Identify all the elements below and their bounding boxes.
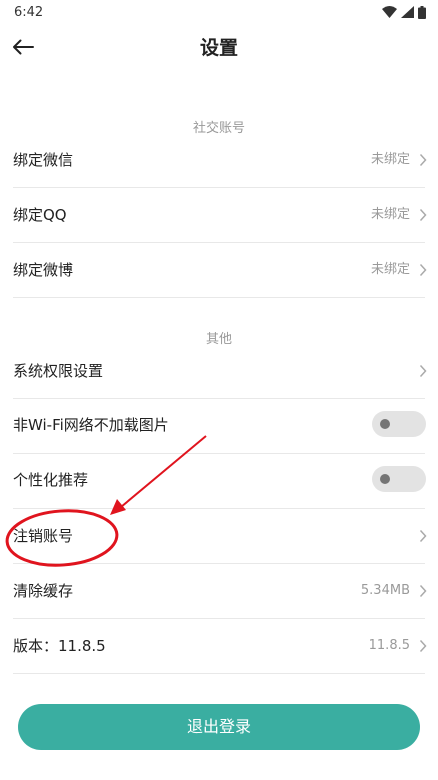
clear-cache-row[interactable]: 清除缓存 5.34MB	[0, 564, 438, 618]
status-time: 6:42	[14, 4, 44, 20]
bind-qq-label: 绑定QQ	[13, 206, 67, 224]
bind-weibo-row[interactable]: 绑定微博 未绑定	[0, 243, 438, 297]
personalized-recommend-label: 个性化推荐	[13, 471, 89, 489]
system-permission-label: 系统权限设置	[13, 362, 104, 380]
bind-weibo-status: 未绑定	[370, 262, 410, 277]
divider	[13, 297, 425, 298]
no-wifi-images-label: 非Wi-Fi网络不加载图片	[13, 416, 169, 434]
chevron-right-icon	[419, 263, 427, 277]
divider	[13, 673, 425, 674]
chevron-right-icon	[419, 584, 427, 598]
bind-wechat-status: 未绑定	[370, 152, 410, 167]
version-row[interactable]: 版本：11.8.5 11.8.5	[0, 619, 438, 673]
bind-wechat-label: 绑定微信	[13, 151, 74, 169]
status-bar: 6:42	[0, 0, 438, 24]
logout-button[interactable]: 退出登录	[18, 704, 420, 750]
bind-weibo-label: 绑定微博	[13, 261, 74, 279]
chevron-right-icon	[419, 153, 427, 167]
bind-qq-status: 未绑定	[370, 207, 410, 222]
battery-icon	[418, 5, 426, 19]
no-wifi-images-row: 非Wi-Fi网络不加载图片	[0, 398, 438, 452]
bind-wechat-row[interactable]: 绑定微信 未绑定	[0, 133, 438, 187]
chevron-right-icon	[419, 364, 427, 378]
cancel-account-label: 注销账号	[13, 527, 74, 545]
page-title: 设置	[199, 37, 238, 59]
version-label: 版本：11.8.5	[13, 637, 106, 655]
cancel-account-row[interactable]: 注销账号	[0, 509, 438, 563]
nav-bar: 设置	[0, 24, 438, 70]
no-wifi-images-toggle[interactable]	[372, 411, 426, 437]
toggle-knob	[380, 419, 390, 429]
signal-icon	[401, 6, 414, 18]
toggle-knob	[380, 474, 390, 484]
clear-cache-label: 清除缓存	[13, 582, 74, 600]
status-icons	[382, 5, 426, 19]
chevron-right-icon	[419, 208, 427, 222]
chevron-right-icon	[419, 529, 427, 543]
personalized-recommend-toggle[interactable]	[372, 466, 426, 492]
system-permission-row[interactable]: 系统权限设置	[0, 344, 438, 398]
personalized-recommend-row: 个性化推荐	[0, 453, 438, 507]
chevron-right-icon	[419, 639, 427, 653]
bind-qq-row[interactable]: 绑定QQ 未绑定	[0, 188, 438, 242]
cache-size: 5.34MB	[360, 583, 410, 598]
version-value: 11.8.5	[368, 638, 410, 653]
wifi-icon	[382, 6, 397, 18]
